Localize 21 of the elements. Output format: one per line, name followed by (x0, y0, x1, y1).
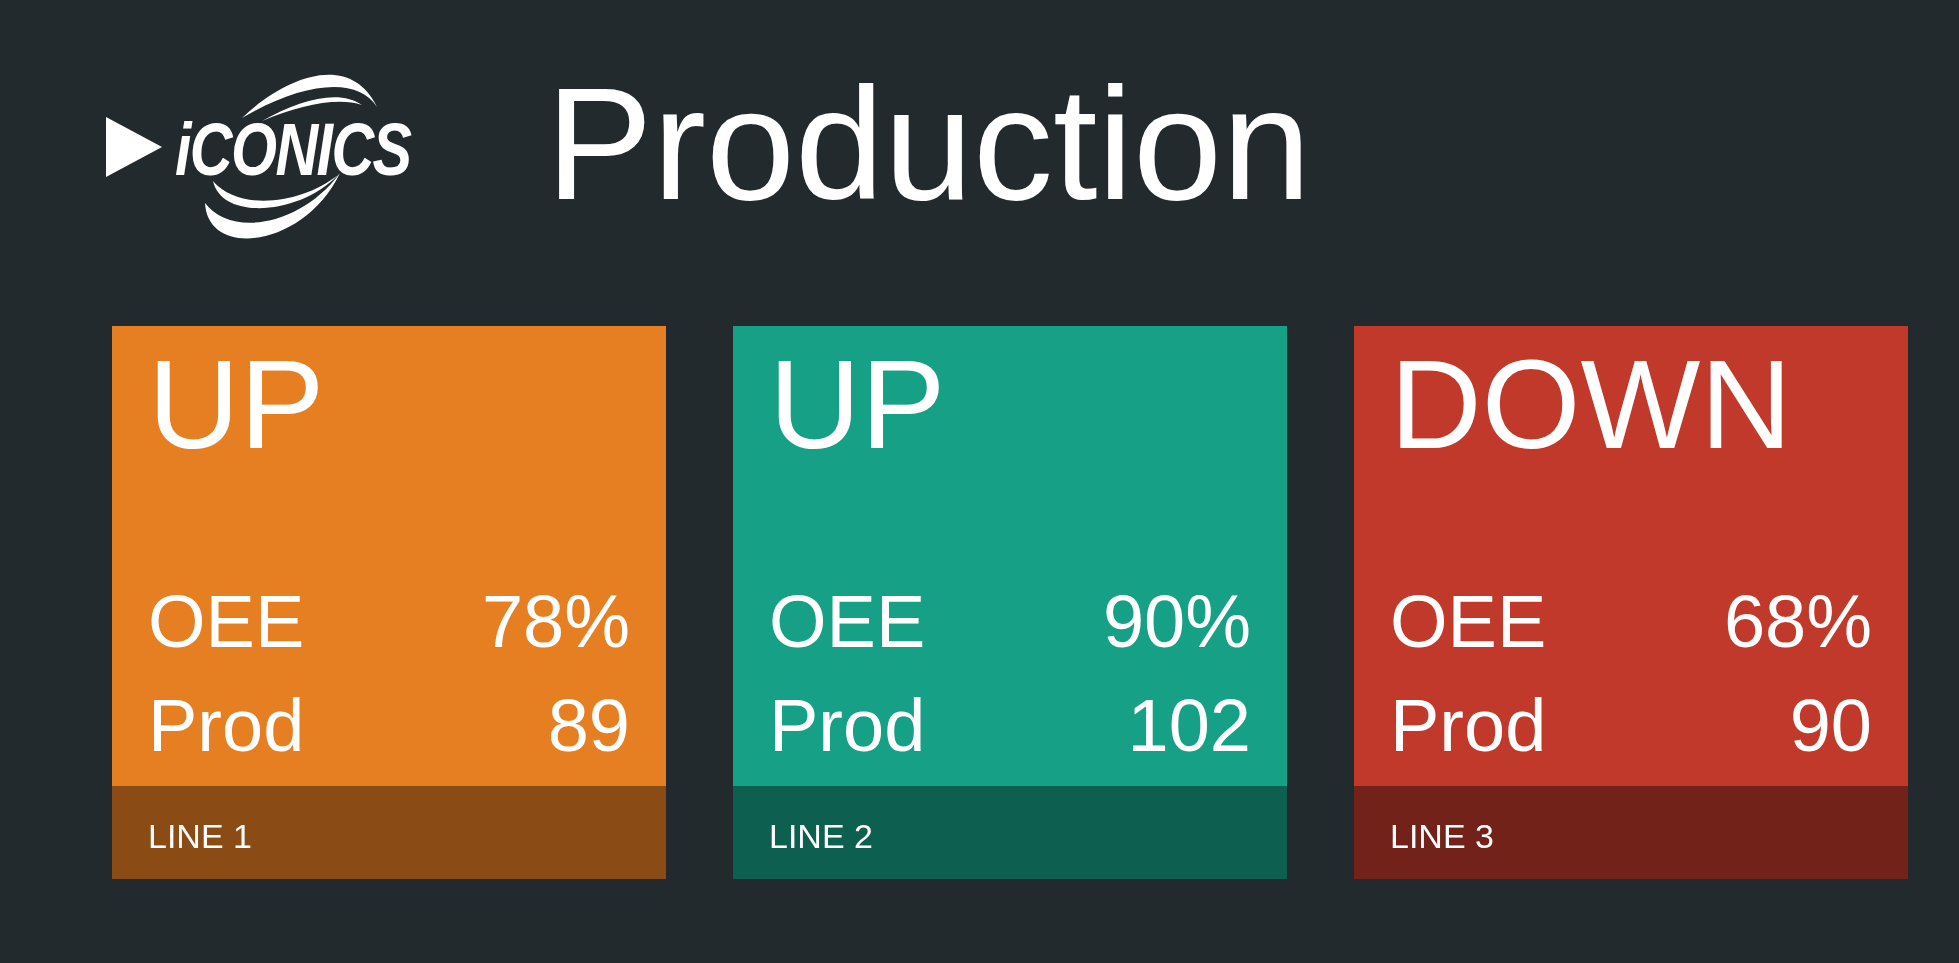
line-label: LINE 2 (769, 819, 873, 853)
metric-value: 90% (1102, 579, 1251, 665)
metric-label: Prod (769, 683, 926, 769)
page-title: Production (546, 64, 1311, 224)
metric-value: 102 (1127, 683, 1251, 769)
metric-value: 68% (1723, 579, 1872, 665)
metric-label: OEE (1390, 579, 1547, 665)
triangle-icon (106, 117, 162, 177)
metric-label: Prod (1390, 683, 1547, 769)
metric-label: OEE (148, 579, 305, 665)
metric-value: 78% (481, 579, 630, 665)
logo-text: iCONICS (175, 113, 411, 187)
line-label: LINE 1 (148, 819, 252, 853)
line-label: LINE 3 (1390, 819, 1494, 853)
metric-value: 89 (547, 683, 630, 769)
status-label: UP (148, 341, 325, 468)
status-label: DOWN (1390, 341, 1793, 468)
metric-value: 90 (1789, 683, 1872, 769)
status-label: UP (769, 341, 946, 468)
metric-label: OEE (769, 579, 926, 665)
metric-label: Prod (148, 683, 305, 769)
